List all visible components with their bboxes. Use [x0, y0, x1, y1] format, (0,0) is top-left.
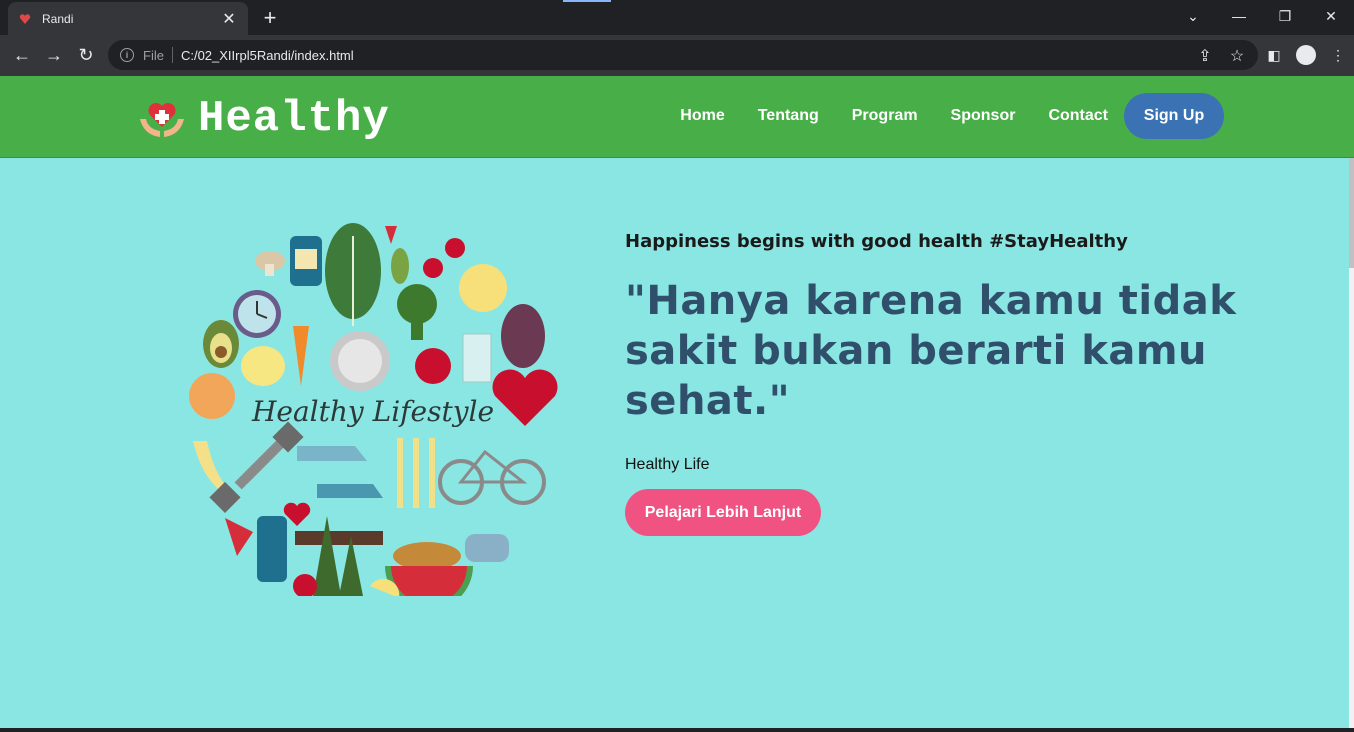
nav-link-program[interactable]: Program	[852, 107, 918, 125]
reload-icon[interactable]: ↻	[74, 43, 98, 67]
nav-link-sponsor[interactable]: Sponsor	[951, 107, 1016, 125]
hero-subtitle: Healthy Life	[625, 456, 710, 473]
side-panel-icon[interactable]: ◧	[1258, 43, 1290, 67]
share-icon[interactable]: ⇪	[1196, 46, 1214, 66]
tab-close-icon[interactable]: ✕	[220, 9, 238, 29]
nav-link-contact[interactable]: Contact	[1048, 107, 1108, 125]
browser-tab-bar: Randi ✕ + ⌄ — ❐ ✕	[0, 0, 1354, 35]
restore-icon[interactable]: ❐	[1262, 0, 1308, 32]
scrollbar-thumb[interactable]	[1349, 158, 1354, 268]
site-navbar: Healthy Home Tentang Program Sponsor Con…	[0, 76, 1354, 158]
menu-kebab-icon[interactable]: ⋮	[1322, 43, 1354, 67]
hero-quote: "Hanya karena kamu tidak sakit bukan ber…	[625, 278, 1237, 424]
browser-tab[interactable]: Randi ✕	[8, 2, 248, 35]
web-page: Healthy Home Tentang Program Sponsor Con…	[0, 76, 1354, 732]
forward-icon[interactable]: →	[42, 43, 66, 67]
page-scrollbar[interactable]	[1349, 158, 1354, 732]
sign-up-button[interactable]: Sign Up	[1124, 93, 1224, 139]
brand-name: Healthy	[198, 94, 390, 144]
file-label: File	[143, 47, 164, 63]
info-icon[interactable]: i	[120, 48, 134, 62]
back-icon[interactable]: ←	[10, 43, 34, 67]
omnibox-actions: ⇪ ☆	[1196, 46, 1246, 66]
hero-tagline: Happiness begins with good health #StayH…	[625, 231, 1128, 252]
tab-indicator	[563, 0, 611, 2]
bookmark-star-icon[interactable]: ☆	[1228, 46, 1246, 66]
healthy-lifestyle-illustration: Healthy Lifestyle	[189, 223, 558, 596]
profile-avatar-icon[interactable]	[1296, 45, 1316, 65]
brand[interactable]: Healthy	[138, 94, 390, 144]
taskbar-edge	[0, 728, 1354, 732]
tab-search-icon[interactable]: ⌄	[1170, 0, 1216, 32]
minimize-icon[interactable]: —	[1216, 0, 1262, 32]
nav-link-tentang[interactable]: Tentang	[758, 107, 819, 125]
url-text[interactable]: C:/02_XIIrpl5Randi/index.html	[181, 48, 354, 63]
window-close-icon[interactable]: ✕	[1308, 0, 1354, 32]
new-tab-icon[interactable]: +	[260, 5, 280, 31]
nav-menu: Home Tentang Program Sponsor Contact Sig…	[647, 93, 1224, 139]
learn-more-button[interactable]: Pelajari Lebih Lanjut	[625, 489, 821, 536]
browser-toolbar: ← → ↻ i File C:/02_XIIrpl5Randi/index.ht…	[0, 35, 1354, 76]
toolbar-right: ◧ ⋮	[1258, 43, 1354, 67]
divider	[171, 47, 173, 63]
favicon-icon	[18, 12, 32, 26]
nav-link-home[interactable]: Home	[680, 107, 724, 125]
tab-title: Randi	[42, 11, 74, 26]
address-bar[interactable]: i File C:/02_XIIrpl5Randi/index.html ⇪ ☆	[108, 40, 1258, 70]
health-heart-hands-icon	[140, 103, 184, 137]
window-controls: ⌄ — ❐ ✕	[1170, 0, 1354, 32]
